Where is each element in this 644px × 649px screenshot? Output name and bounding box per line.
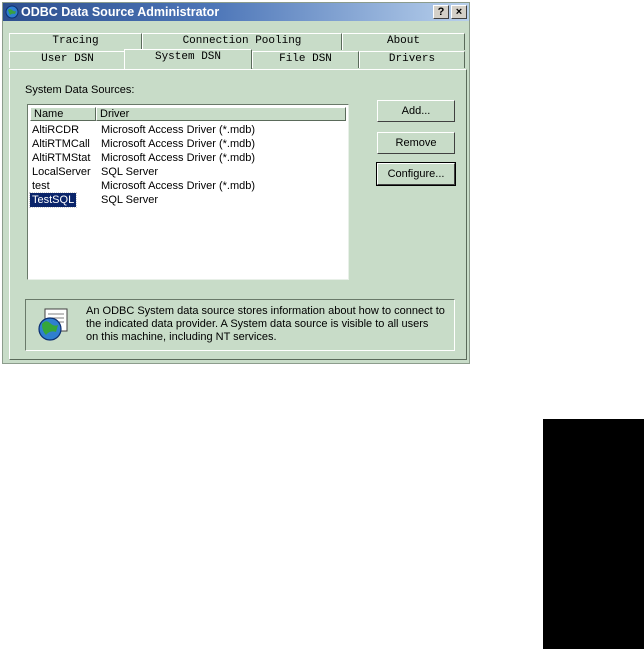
tab-system-dsn[interactable]: System DSN [124, 49, 252, 69]
black-block [543, 419, 644, 649]
tab-user-dsn[interactable]: User DSN [9, 51, 126, 68]
tab-tracing[interactable]: Tracing [9, 33, 142, 50]
window-title: ODBC Data Source Administrator [21, 5, 220, 19]
help-button[interactable]: ? [433, 5, 449, 19]
remove-button[interactable]: Remove [377, 132, 455, 154]
tab-drivers[interactable]: Drivers [359, 51, 465, 68]
dsn-name: test [32, 180, 50, 192]
info-line-3: on this machine, including NT services. [86, 331, 277, 343]
dsn-driver: Microsoft Access Driver (*.mdb) [101, 138, 256, 150]
dsn-name: TestSQL [28, 192, 78, 208]
column-header-name[interactable]: Name [30, 107, 96, 121]
dsn-name: AltiRTMCall [32, 138, 90, 150]
dsn-driver: Microsoft Access Driver (*.mdb) [101, 124, 256, 136]
list-item[interactable]: AltiRTMCall Microsoft Access Driver (*.m… [30, 137, 346, 151]
close-button[interactable]: × [451, 5, 467, 19]
tab-about[interactable]: About [342, 33, 465, 50]
dsn-driver: Microsoft Access Driver (*.mdb) [101, 152, 256, 164]
dsn-name: AltiRCDR [32, 124, 80, 136]
info-line-2: the indicated data provider. A System da… [86, 318, 429, 330]
add-button[interactable]: Add... [377, 100, 455, 122]
odbc-globe-icon [38, 308, 68, 341]
odbc-globe-icon [5, 5, 19, 19]
system-data-sources-label: System Data Sources: [25, 84, 135, 96]
dsn-driver: SQL Server [101, 166, 159, 178]
info-text: An ODBC System data source stores inform… [86, 305, 452, 344]
list-item[interactable]: LocalServer SQL Server [30, 165, 346, 179]
dsn-name: AltiRTMStat [32, 152, 91, 164]
info-box: An ODBC System data source stores inform… [25, 299, 455, 351]
dsn-name: LocalServer [32, 166, 91, 178]
list-item-selected[interactable]: TestSQL SQL Server [28, 192, 346, 208]
tab-file-dsn[interactable]: File DSN [252, 51, 359, 68]
configure-button[interactable]: Configure... [376, 162, 456, 186]
list-item[interactable]: test Microsoft Access Driver (*.mdb) [30, 179, 346, 193]
odbc-dialog: ODBC Data Source Administrator ? × Traci… [2, 2, 470, 364]
info-line-1: An ODBC System data source stores inform… [86, 305, 445, 317]
dsn-driver: SQL Server [101, 194, 159, 206]
tab-connection-pooling[interactable]: Connection Pooling [142, 33, 342, 50]
column-header-driver[interactable]: Driver [96, 107, 346, 121]
title-bar[interactable]: ODBC Data Source Administrator ? × [3, 3, 469, 21]
data-sources-list[interactable]: Name Driver AltiRCDR Microsoft Access Dr… [27, 104, 349, 280]
list-item[interactable]: AltiRCDR Microsoft Access Driver (*.mdb) [30, 123, 346, 137]
list-item[interactable]: AltiRTMStat Microsoft Access Driver (*.m… [30, 151, 346, 165]
dsn-driver: Microsoft Access Driver (*.mdb) [101, 180, 256, 192]
